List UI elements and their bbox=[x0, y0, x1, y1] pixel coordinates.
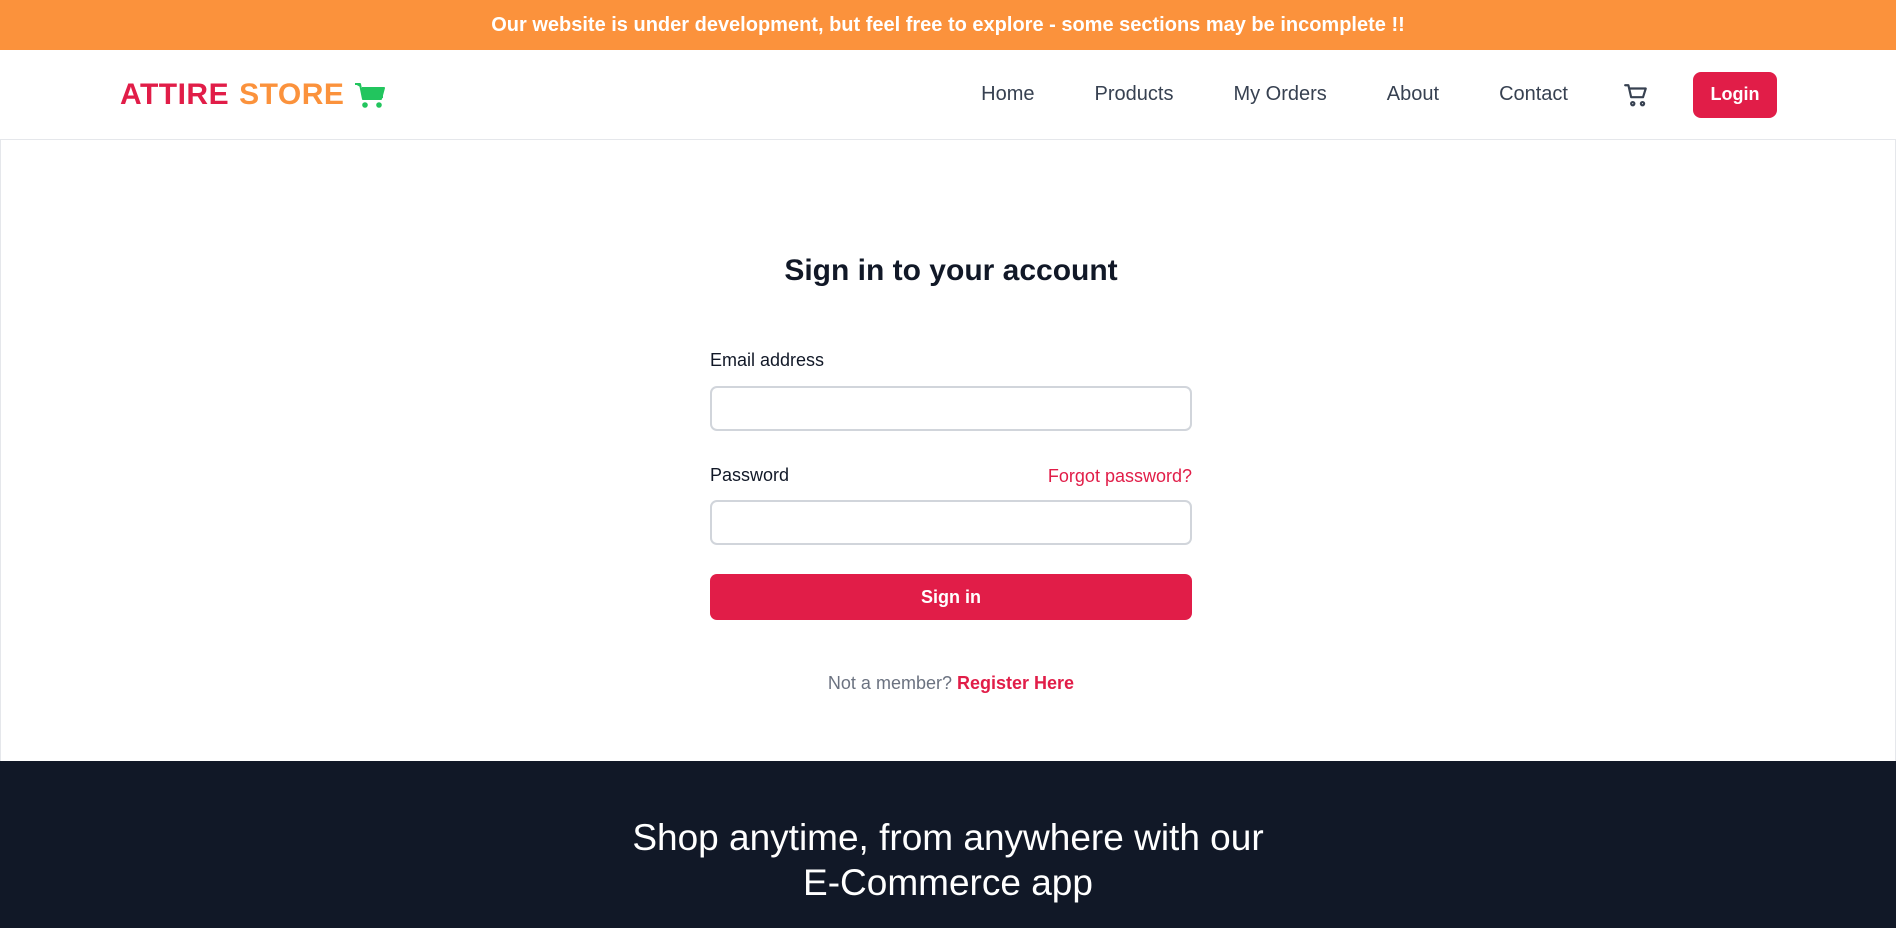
logo-text-store: STORE bbox=[239, 77, 345, 111]
password-field[interactable] bbox=[710, 500, 1192, 545]
nav-products[interactable]: Products bbox=[1095, 83, 1174, 106]
top-navbar: ATTIRE STORE Home Products My Orders Abo… bbox=[0, 50, 1896, 140]
cart-icon[interactable] bbox=[1623, 82, 1649, 108]
sign-in-button[interactable]: Sign in bbox=[710, 574, 1192, 620]
announcement-text: Our website is under development, but fe… bbox=[491, 13, 1405, 36]
signin-section: Sign in to your account Email address Pa… bbox=[0, 140, 1896, 761]
nav-about[interactable]: About bbox=[1387, 83, 1439, 106]
nav-links: Home Products My Orders About Contact Lo… bbox=[981, 71, 1777, 118]
email-label: Email address bbox=[710, 350, 825, 370]
register-prompt: Not a member? Register Here bbox=[710, 673, 1192, 694]
forgot-password-link[interactable]: Forgot password? bbox=[1048, 466, 1192, 487]
register-link[interactable]: Register Here bbox=[957, 673, 1074, 693]
announcement-banner: Our website is under development, but fe… bbox=[0, 0, 1896, 50]
nav-home[interactable]: Home bbox=[981, 83, 1034, 106]
nav-contact[interactable]: Contact bbox=[1499, 83, 1568, 106]
page-title: Sign in to your account bbox=[784, 254, 1118, 287]
not-member-text: Not a member? bbox=[827, 673, 952, 693]
store-logo[interactable]: ATTIRE STORE bbox=[120, 78, 386, 112]
logo-text-attire: ATTIRE bbox=[120, 77, 230, 111]
footer-heading-line1: Shop anytime, from anywhere with our bbox=[632, 817, 1264, 858]
shopping-cart-icon bbox=[354, 81, 386, 109]
login-button[interactable]: Login bbox=[1693, 71, 1777, 118]
email-field[interactable] bbox=[710, 386, 1192, 431]
footer-heading: Shop anytime, from anywhere with our E-C… bbox=[0, 761, 1896, 905]
app-promo-footer: Shop anytime, from anywhere with our E-C… bbox=[0, 761, 1896, 928]
footer-heading-line2: E-Commerce app bbox=[803, 862, 1093, 903]
password-label: Password bbox=[710, 465, 790, 485]
nav-my-orders[interactable]: My Orders bbox=[1233, 83, 1326, 106]
